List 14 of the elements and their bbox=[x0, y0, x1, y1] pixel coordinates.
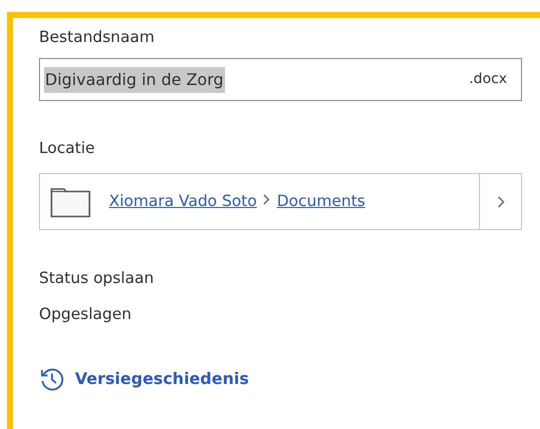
file-extension: .docx bbox=[469, 70, 507, 89]
filename-label: Bestandsnaam bbox=[39, 27, 156, 47]
filename-value: Digivaardig in de Zorg bbox=[44, 66, 225, 92]
folder-link[interactable]: Xiomara Vado Soto bbox=[109, 190, 257, 214]
folder-icon bbox=[50, 186, 91, 218]
location-label: Locatie bbox=[39, 138, 96, 158]
folder-link[interactable]: Documents bbox=[276, 190, 366, 214]
history-icon bbox=[39, 366, 65, 392]
chevron-right-icon bbox=[496, 196, 504, 208]
version-history-link[interactable]: Versiegeschiedenis bbox=[39, 366, 249, 392]
save-status-label: Status opslaan bbox=[39, 268, 155, 288]
chevron-right-icon bbox=[262, 194, 270, 205]
save-status-value: Opgeslagen bbox=[39, 304, 132, 324]
filename-field[interactable]: Digivaardig in de Zorg .docx bbox=[39, 58, 522, 101]
